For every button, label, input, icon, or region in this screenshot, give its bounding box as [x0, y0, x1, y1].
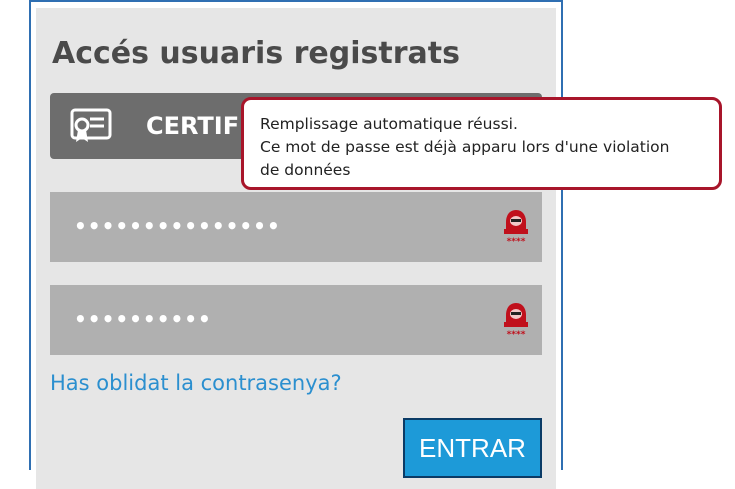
password-value: •••••••••• — [74, 307, 212, 331]
certificate-icon — [70, 108, 112, 142]
page-title: Accés usuaris registrats — [52, 36, 460, 71]
hacker-warning-icon: **** — [504, 303, 528, 340]
forgot-password-link[interactable]: Has oblidat la contrasenya? — [50, 371, 342, 395]
username-value: ••••••••••••••• — [74, 214, 281, 238]
username-field[interactable]: ••••••••••••••• **** — [50, 192, 542, 262]
autofill-tooltip: Remplissage automatique réussi. Ce mot d… — [241, 97, 722, 190]
submit-button[interactable]: ENTRAR — [403, 418, 542, 478]
password-field[interactable]: •••••••••• **** — [50, 285, 542, 355]
tooltip-line-2: Ce mot de passe est déjà apparu lors d'u… — [260, 138, 670, 156]
svg-text:****: **** — [507, 237, 526, 247]
svg-text:****: **** — [507, 330, 526, 340]
tooltip-line-3: de données — [260, 161, 351, 179]
tooltip-line-1: Remplissage automatique réussi. — [260, 115, 518, 133]
hacker-warning-icon: **** — [504, 210, 528, 247]
